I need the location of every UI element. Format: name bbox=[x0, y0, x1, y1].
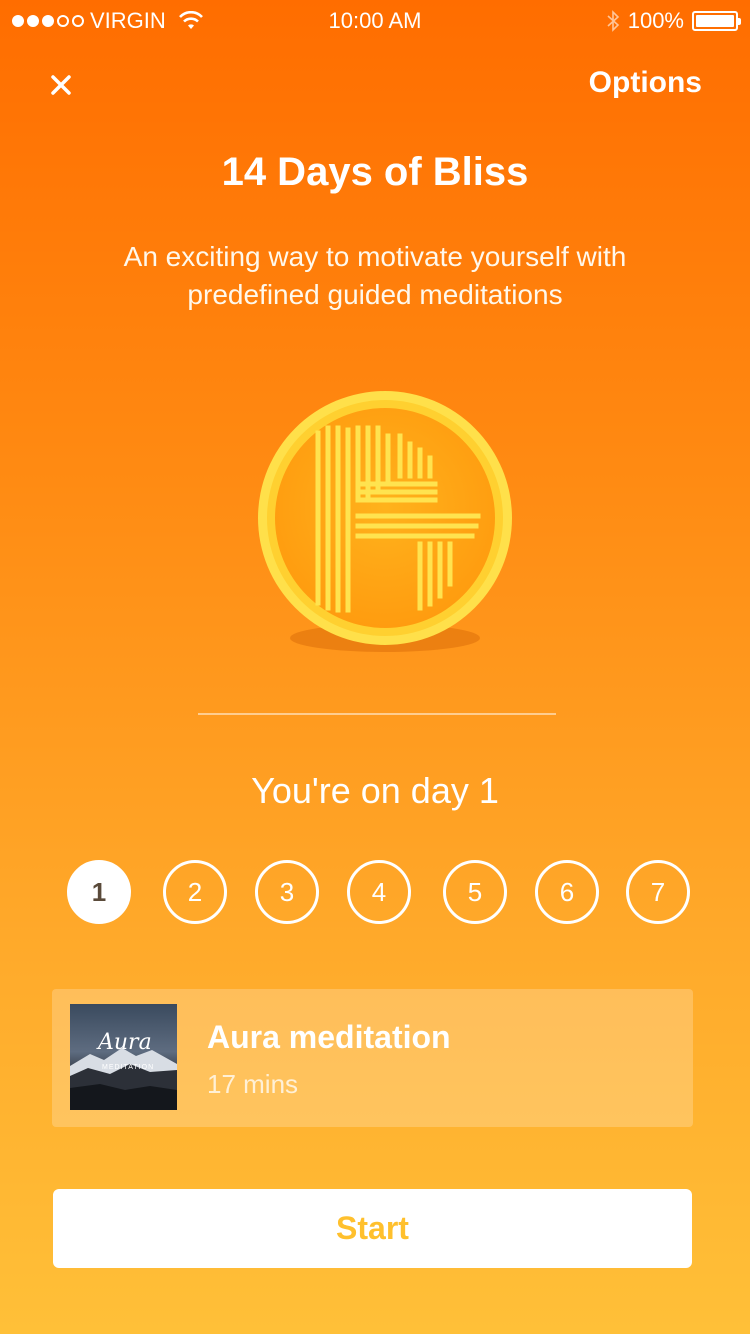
day-progress-heading: You're on day 1 bbox=[251, 770, 499, 811]
status-right: 100% bbox=[606, 8, 741, 34]
day-4-button[interactable]: 4 bbox=[347, 860, 411, 924]
bluetooth-icon bbox=[607, 10, 619, 32]
program-description: An exciting way to motivate yourself wit… bbox=[123, 241, 627, 310]
thumbnail-subtitle: MEDITATION bbox=[102, 1064, 155, 1071]
day-7-button[interactable]: 7 bbox=[626, 860, 690, 924]
session-card[interactable]: Aura MEDITATION Aura meditation 17 mins bbox=[52, 989, 693, 1127]
day-1-button[interactable]: 1 bbox=[67, 860, 131, 924]
status-bar: VIRGIN 10:00 AM 100% bbox=[0, 0, 750, 40]
close-icon bbox=[51, 75, 71, 95]
start-button[interactable]: Start bbox=[53, 1189, 692, 1268]
program-badge-icon bbox=[258, 391, 512, 652]
session-duration: 17 mins bbox=[207, 1069, 299, 1099]
battery-percentage: 100% bbox=[627, 8, 684, 33]
day-5-button[interactable]: 5 bbox=[443, 860, 507, 924]
day-3-button[interactable]: 3 bbox=[255, 860, 319, 924]
session-thumbnail: Aura MEDITATION bbox=[70, 1004, 177, 1110]
day-selector: 1 2 3 4 5 6 7 bbox=[0, 860, 750, 924]
battery-icon bbox=[692, 11, 741, 31]
mountain-image bbox=[70, 1048, 177, 1110]
day-6-button[interactable]: 6 bbox=[535, 860, 599, 924]
program-title: 14 Days of Bliss bbox=[221, 150, 529, 194]
close-button[interactable] bbox=[40, 64, 82, 106]
options-button[interactable]: Options bbox=[589, 66, 702, 100]
day-2-button[interactable]: 2 bbox=[163, 860, 227, 924]
divider bbox=[198, 713, 556, 715]
thumbnail-title: Aura bbox=[98, 1030, 152, 1055]
session-name: Aura meditation bbox=[207, 1019, 451, 1055]
